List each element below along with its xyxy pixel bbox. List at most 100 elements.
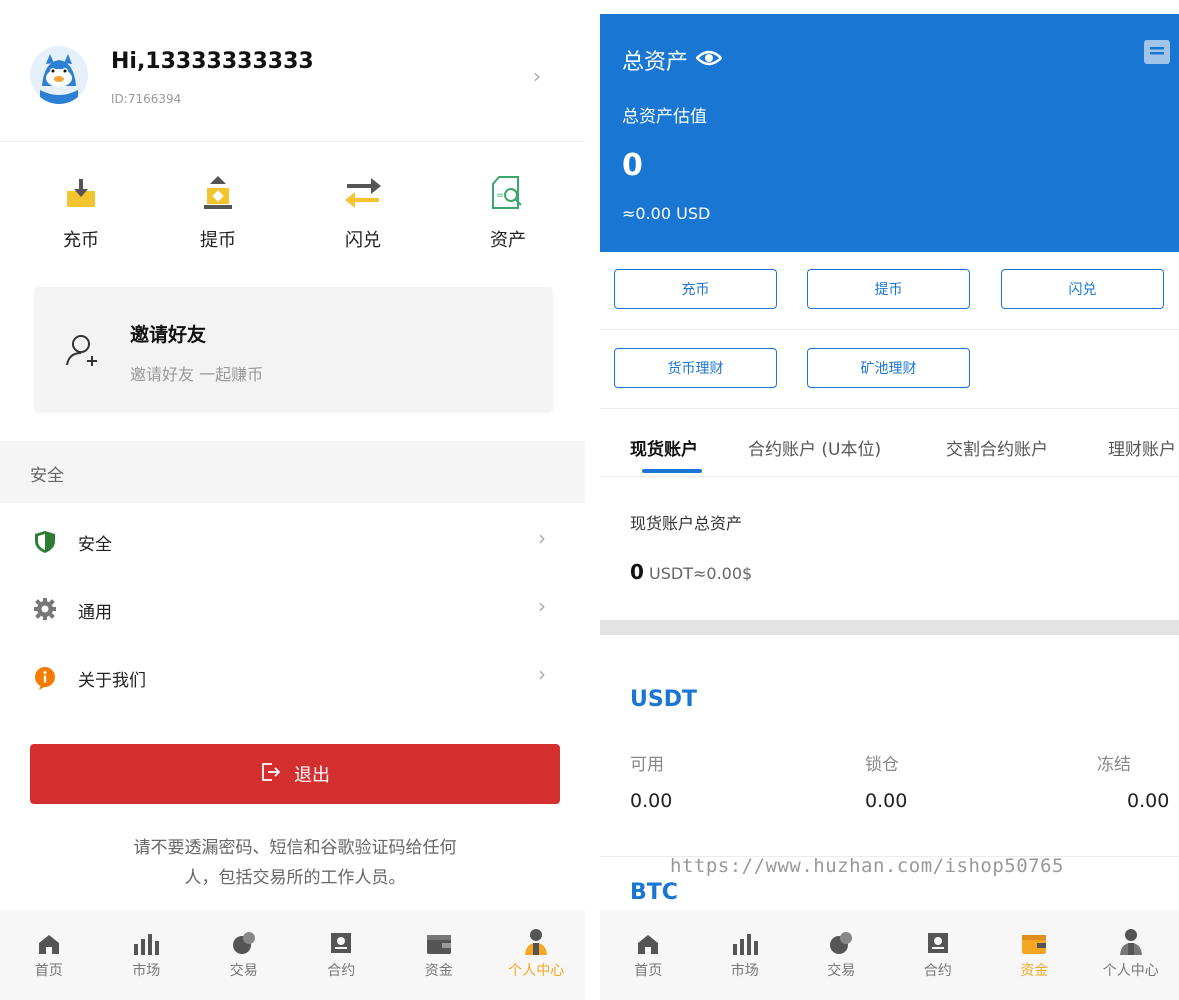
market-icon <box>98 924 196 956</box>
nav-home[interactable]: 首页 <box>0 910 98 1000</box>
tab-finance-account[interactable]: 理财账户 <box>1108 435 1176 460</box>
nav-profile[interactable]: 个人中心 <box>488 910 586 1000</box>
invite-friends-card[interactable]: 邀请好友 邀请好友 一起赚币 <box>35 287 552 410</box>
spot-total-value: 0 USDT≈0.00$ <box>630 560 752 584</box>
screen-gap <box>585 0 600 1000</box>
frozen-value: 0.00 <box>1127 790 1170 812</box>
nav-label: 交易 <box>229 963 258 979</box>
total-assets-usd: ≈0.00 USD <box>622 204 711 223</box>
total-assets-title: 总资产 <box>622 44 723 76</box>
nav-funds[interactable]: 资金 <box>390 910 488 1000</box>
coin-name-usdt[interactable]: USDT <box>630 687 697 712</box>
quick-action-label: 资产 <box>490 230 526 251</box>
quick-action-swap[interactable]: 闪兑 <box>318 172 408 252</box>
active-tab-indicator <box>642 469 702 473</box>
nav-contract[interactable]: 合约 <box>293 910 391 1000</box>
nav-trade[interactable]: 交易 <box>793 910 890 1000</box>
menu-item-about[interactable]: 关于我们 › <box>0 642 585 710</box>
currency-finance-button[interactable]: 货币理财 <box>614 348 777 388</box>
trade-icon <box>793 924 890 956</box>
wallet-icon <box>986 924 1083 956</box>
nav-label: 个人中心 <box>508 963 565 979</box>
menu-item-label: 安全 <box>78 535 112 555</box>
nav-profile[interactable]: 个人中心 <box>1083 910 1179 1000</box>
divider <box>600 329 1179 330</box>
bottom-nav: 首页 市场 交易 合约 资金 个人中心 <box>600 910 1179 1000</box>
gear-icon <box>34 598 56 620</box>
pool-finance-button[interactable]: 矿池理财 <box>807 348 970 388</box>
withdraw-icon <box>173 172 263 214</box>
divider <box>600 408 1179 409</box>
swap-button[interactable]: 闪兑 <box>1001 269 1164 309</box>
coin-name-btc[interactable]: BTC <box>630 880 678 905</box>
user-id: ID:7166394 <box>111 92 182 106</box>
nav-market[interactable]: 市场 <box>697 910 794 1000</box>
market-icon <box>697 924 794 956</box>
nav-label: 合约 <box>923 963 952 979</box>
quick-action-deposit[interactable]: 充币 <box>36 172 126 252</box>
contract-icon <box>293 924 391 956</box>
total-assets-card: 总资产 总资产估值 0 ≈0.00 USD <box>600 14 1179 252</box>
tab-contract-account[interactable]: 合约账户 (U本位) <box>748 435 881 460</box>
user-profile-header[interactable]: Hi,13333333333 ID:7166394 › <box>0 0 585 142</box>
profile-screen: Hi,13333333333 ID:7166394 › 充币 提币 闪兑 = 资… <box>0 0 585 1000</box>
avatar <box>30 46 88 104</box>
profile-icon <box>488 924 586 956</box>
nav-home[interactable]: 首页 <box>600 910 697 1000</box>
quick-action-assets[interactable]: = 资产 <box>463 172 553 252</box>
frozen-label: 冻结 <box>1097 755 1131 775</box>
available-value: 0.00 <box>630 790 673 812</box>
eye-icon[interactable] <box>695 48 723 73</box>
logout-button[interactable]: 退出 <box>30 744 560 804</box>
nav-label: 交易 <box>827 963 856 979</box>
quick-action-withdraw[interactable]: 提币 <box>173 172 263 252</box>
quick-action-label: 充币 <box>63 230 99 251</box>
chevron-right-icon: › <box>538 594 546 618</box>
nav-label: 市场 <box>132 963 161 979</box>
nav-label: 合约 <box>327 963 356 979</box>
nav-label: 个人中心 <box>1102 963 1159 979</box>
shield-icon <box>34 530 56 553</box>
locked-value: 0.00 <box>865 790 908 812</box>
menu-item-security[interactable]: 安全 › <box>0 506 585 574</box>
section-separator <box>600 620 1179 635</box>
security-warning: 请不要透漏密码、短信和谷歌验证码给任何 人，包括交易所的工作人员。 <box>80 833 510 893</box>
nav-label: 资金 <box>424 963 453 979</box>
total-assets-value: 0 <box>622 148 643 183</box>
tab-spot-account[interactable]: 现货账户 <box>630 435 698 460</box>
warning-line: 请不要透漏密码、短信和谷歌验证码给任何 <box>133 838 457 858</box>
warning-line: 人，包括交易所的工作人员。 <box>184 868 406 888</box>
tab-delivery-account[interactable]: 交割合约账户 <box>946 435 1048 460</box>
chevron-right-icon: › <box>533 64 541 88</box>
withdraw-button[interactable]: 提币 <box>807 269 970 309</box>
home-icon <box>0 924 98 956</box>
menu-item-general[interactable]: 通用 › <box>0 574 585 642</box>
user-name: Hi,13333333333 <box>111 49 314 74</box>
invite-title: 邀请好友 <box>130 324 207 346</box>
nav-label: 首页 <box>34 963 63 979</box>
spot-unit: USDT≈0.00$ <box>649 564 753 583</box>
deposit-button[interactable]: 充币 <box>614 269 777 309</box>
nav-trade[interactable]: 交易 <box>195 910 293 1000</box>
available-label: 可用 <box>630 755 664 775</box>
hero-title-label: 总资产 <box>622 50 689 75</box>
section-header: 安全 <box>0 441 585 503</box>
svg-text:=: = <box>496 190 504 201</box>
swap-icon <box>318 172 408 214</box>
divider <box>600 476 1179 477</box>
bottom-nav: 首页 市场 交易 合约 资金 个人中心 <box>0 910 585 1000</box>
menu-item-label: 关于我们 <box>78 671 146 691</box>
chevron-right-icon: › <box>538 526 546 550</box>
nav-contract[interactable]: 合约 <box>890 910 987 1000</box>
menu-item-label: 通用 <box>78 603 112 623</box>
wallet-icon <box>390 924 488 956</box>
total-assets-subtitle: 总资产估值 <box>622 107 707 127</box>
nav-funds[interactable]: 资金 <box>986 910 1083 1000</box>
nav-market[interactable]: 市场 <box>98 910 196 1000</box>
quick-action-label: 提币 <box>200 230 236 251</box>
profile-icon <box>1083 924 1179 956</box>
section-header-label: 安全 <box>30 466 64 486</box>
info-icon <box>34 666 56 690</box>
assets-icon: = <box>463 172 553 214</box>
records-icon[interactable] <box>1144 40 1170 64</box>
